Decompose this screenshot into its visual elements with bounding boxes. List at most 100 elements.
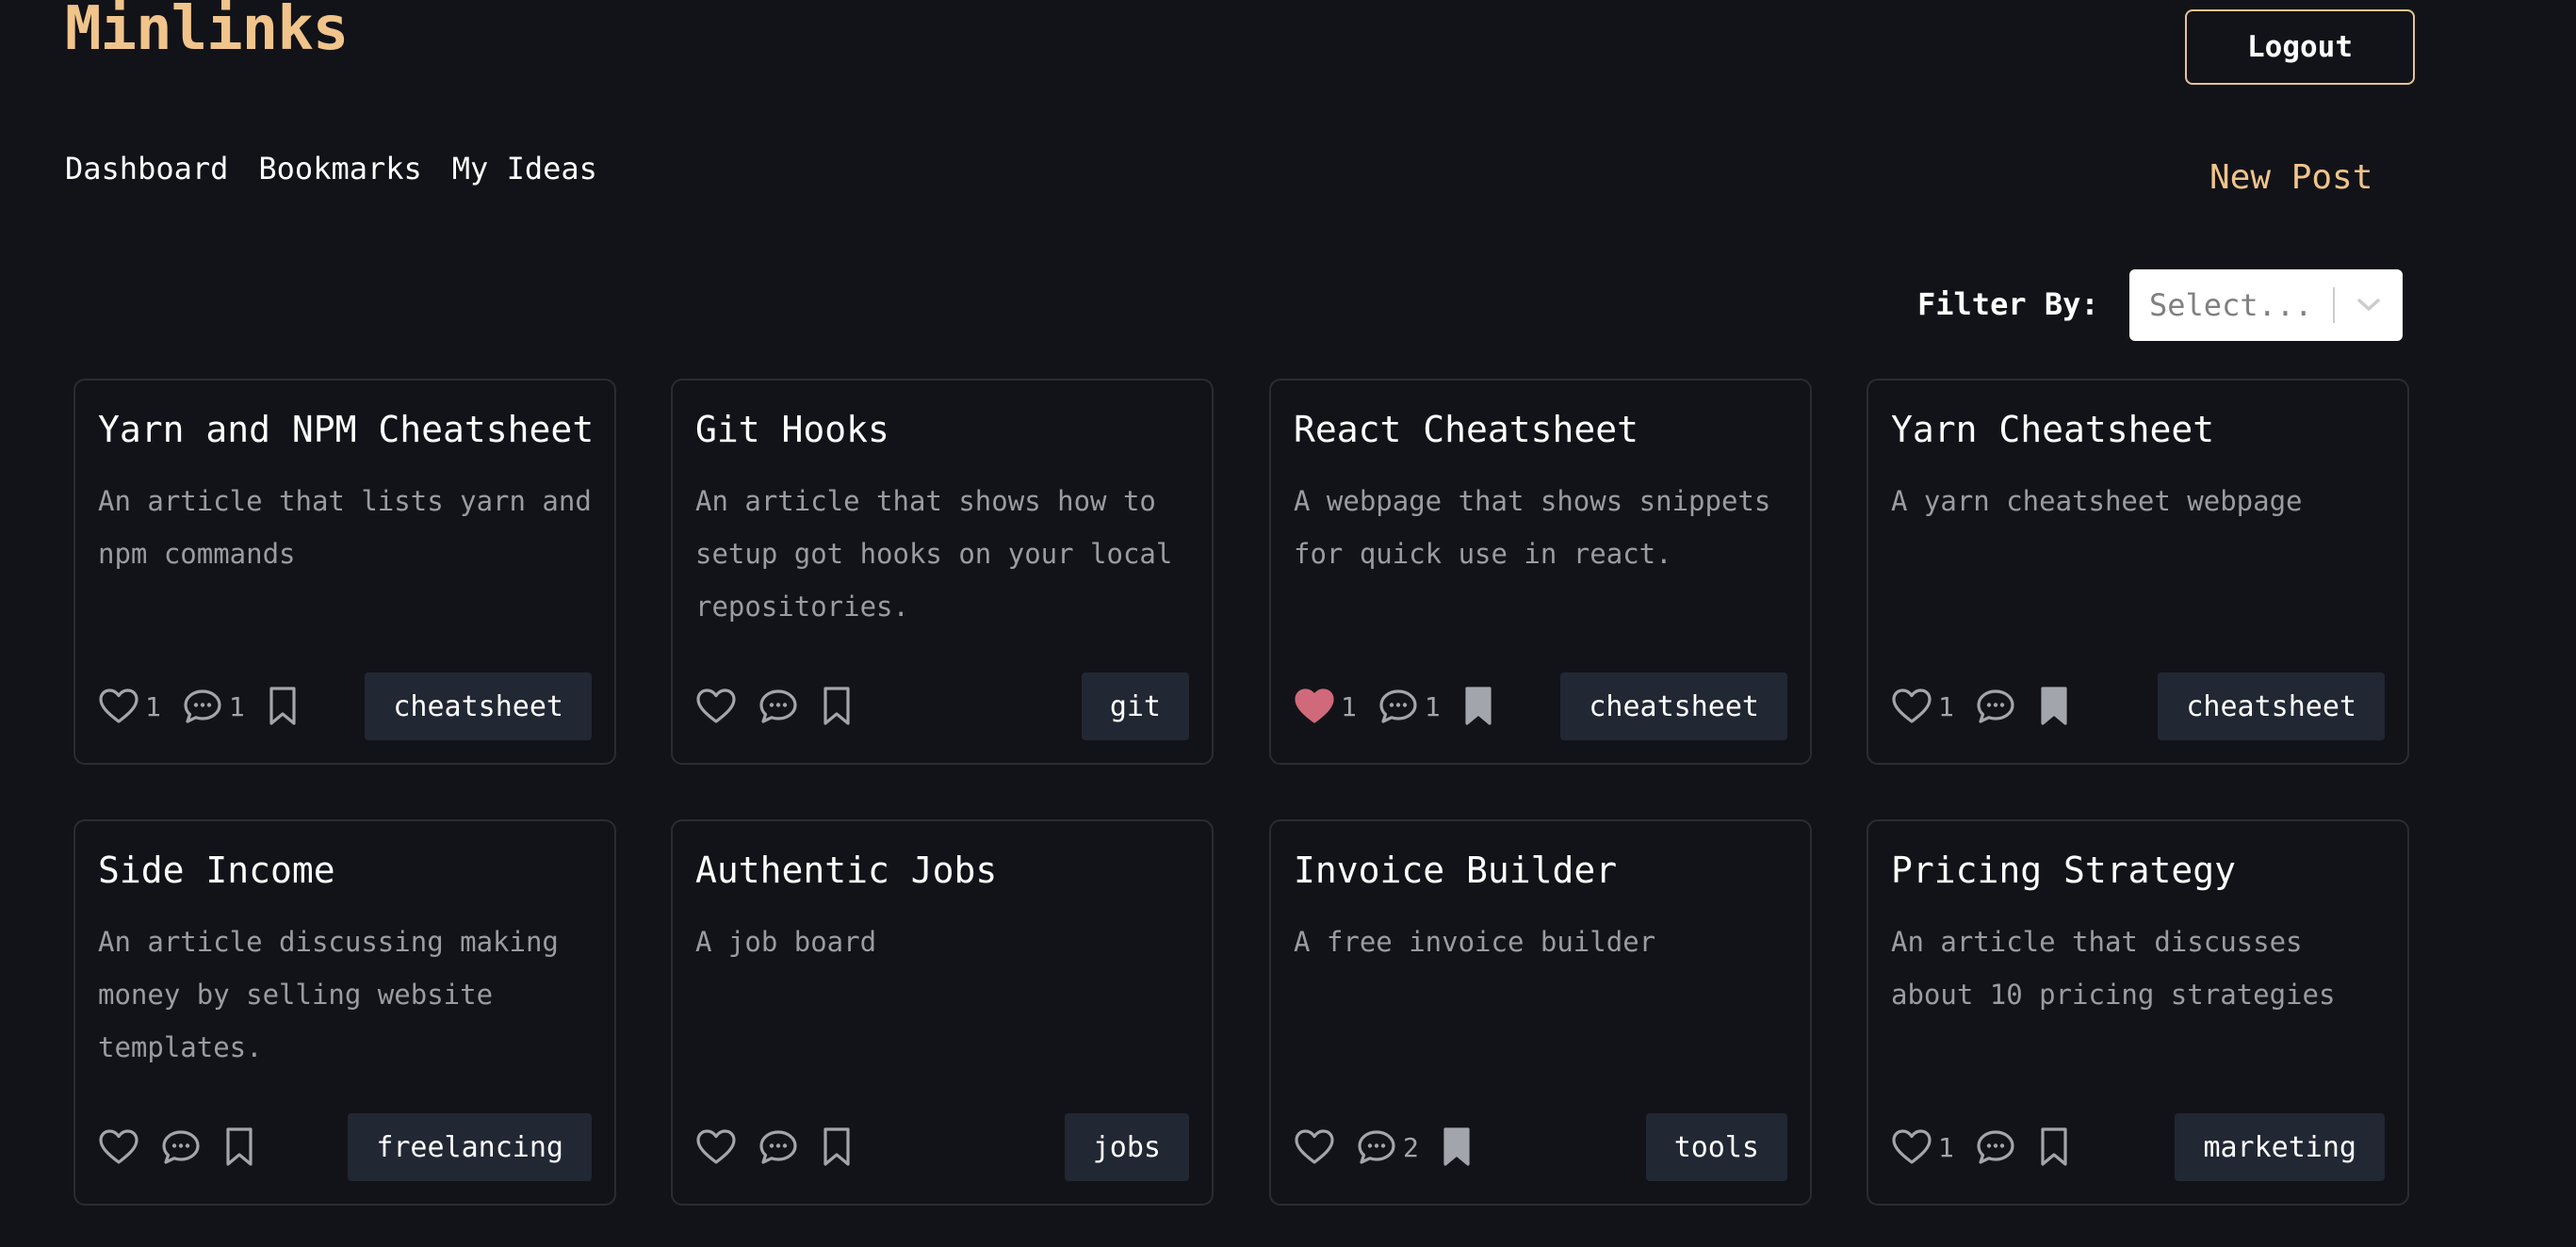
like-count: 1 <box>1938 690 1954 722</box>
comment-button[interactable]: 2 <box>1356 1128 1419 1166</box>
like-button[interactable]: 1 <box>1294 688 1357 725</box>
post-description: An article that shows how to setup got h… <box>695 485 1173 623</box>
nav-item-dashboard[interactable]: Dashboard <box>65 151 228 186</box>
comment-button[interactable] <box>1975 1128 2016 1166</box>
post-card[interactable]: Yarn and NPM Cheatsheet An article that … <box>73 379 616 765</box>
new-post-button[interactable]: New Post <box>2209 158 2372 197</box>
comment-icon <box>160 1128 202 1166</box>
comment-button[interactable] <box>758 688 799 725</box>
post-description: An article that discusses about 10 prici… <box>1891 926 2336 1011</box>
comment-icon <box>758 1128 799 1166</box>
post-title[interactable]: Yarn and NPM Cheatsheet <box>98 409 594 450</box>
post-title[interactable]: Git Hooks <box>695 409 889 450</box>
heart-icon <box>98 1128 139 1166</box>
post-title[interactable]: Invoice Builder <box>1294 850 1617 891</box>
logout-button[interactable]: Logout <box>2185 9 2415 85</box>
post-title[interactable]: React Cheatsheet <box>1294 409 1639 450</box>
filter-select-placeholder: Select... <box>2149 287 2313 323</box>
filter-select[interactable]: Select... <box>2129 269 2403 341</box>
heart-icon <box>1294 1128 1335 1166</box>
comment-button[interactable]: 1 <box>1378 688 1441 725</box>
post-actions: 1 <box>1891 1113 2092 1181</box>
post-description: A free invoice builder <box>1294 926 1656 958</box>
post-tag[interactable]: jobs <box>1064 1113 1189 1181</box>
post-actions <box>695 1113 874 1181</box>
comment-button[interactable] <box>758 1128 799 1166</box>
page: Minlinks Logout Dashboard Bookmarks My I… <box>0 0 2576 1247</box>
post-tag[interactable]: cheatsheet <box>365 672 592 740</box>
like-count: 1 <box>145 690 161 722</box>
bookmark-icon <box>820 686 854 727</box>
post-card[interactable]: Pricing Strategy An article that discuss… <box>1867 819 2409 1206</box>
post-tag[interactable]: cheatsheet <box>1560 672 1787 740</box>
bookmark-icon <box>1461 686 1495 727</box>
comment-button[interactable] <box>160 1128 202 1166</box>
post-card[interactable]: Yarn Cheatsheet A yarn cheatsheet webpag… <box>1867 379 2409 765</box>
heart-icon <box>1891 688 1932 725</box>
post-card[interactable]: Invoice Builder A free invoice builder 2… <box>1269 819 1812 1206</box>
post-tag[interactable]: git <box>1081 672 1189 740</box>
heart-icon <box>1294 688 1335 725</box>
post-actions <box>98 1113 277 1181</box>
like-button[interactable] <box>695 688 737 725</box>
bookmark-button[interactable] <box>1461 686 1495 727</box>
post-actions: 1 1 <box>98 672 320 740</box>
heart-icon <box>695 1128 737 1166</box>
comment-count: 2 <box>1403 1131 1419 1163</box>
post-tag[interactable]: marketing <box>2175 1113 2385 1181</box>
bookmark-button[interactable] <box>1440 1126 1474 1168</box>
bookmark-icon <box>820 1126 854 1168</box>
post-actions: 1 1 <box>1294 672 1516 740</box>
post-title[interactable]: Authentic Jobs <box>695 850 997 891</box>
nav-item-bookmarks[interactable]: Bookmarks <box>258 151 421 186</box>
comment-count: 1 <box>228 690 245 722</box>
chevron-down-icon[interactable] <box>2335 298 2403 313</box>
post-actions <box>695 672 874 740</box>
post-description: An article discussing making money by se… <box>98 926 559 1063</box>
heart-icon <box>695 688 737 725</box>
comment-icon <box>182 688 223 725</box>
like-count: 1 <box>1938 1131 1954 1163</box>
post-description: An article that lists yarn and npm comma… <box>98 485 592 570</box>
post-tag[interactable]: tools <box>1645 1113 1787 1181</box>
bookmark-icon <box>222 1126 256 1168</box>
post-title[interactable]: Side Income <box>98 850 335 891</box>
post-card[interactable]: React Cheatsheet A webpage that shows sn… <box>1269 379 1812 765</box>
like-button[interactable] <box>1294 1128 1335 1166</box>
bookmark-icon <box>1440 1126 1474 1168</box>
post-description: A yarn cheatsheet webpage <box>1891 485 2303 517</box>
bookmark-button[interactable] <box>222 1126 256 1168</box>
heart-icon <box>1891 1128 1932 1166</box>
like-button[interactable] <box>98 1128 139 1166</box>
post-title[interactable]: Pricing Strategy <box>1891 850 2236 891</box>
brand-logo[interactable]: Minlinks <box>65 0 349 64</box>
post-tag[interactable]: freelancing <box>348 1113 592 1181</box>
post-tag[interactable]: cheatsheet <box>2158 672 2385 740</box>
like-button[interactable]: 1 <box>1891 1128 1954 1166</box>
post-card[interactable]: Authentic Jobs A job board jobs <box>671 819 1214 1206</box>
bookmark-button[interactable] <box>2037 686 2071 727</box>
filter-label: Filter By: <box>1917 286 2099 322</box>
post-card[interactable]: Side Income An article discussing making… <box>73 819 616 1206</box>
comment-icon <box>1356 1128 1397 1166</box>
bookmark-button[interactable] <box>820 1126 854 1168</box>
like-button[interactable] <box>695 1128 737 1166</box>
comment-icon <box>758 688 799 725</box>
comment-button[interactable]: 1 <box>182 688 245 725</box>
heart-icon <box>98 688 139 725</box>
post-card[interactable]: Git Hooks An article that shows how to s… <box>671 379 1214 765</box>
post-actions: 2 <box>1294 1113 1494 1181</box>
like-button[interactable]: 1 <box>98 688 161 725</box>
bookmark-button[interactable] <box>820 686 854 727</box>
bookmark-button[interactable] <box>266 686 300 727</box>
like-count: 1 <box>1341 690 1357 722</box>
bookmark-button[interactable] <box>2037 1126 2071 1168</box>
bookmark-icon <box>266 686 300 727</box>
post-title[interactable]: Yarn Cheatsheet <box>1891 409 2214 450</box>
like-button[interactable]: 1 <box>1891 688 1954 725</box>
bookmark-icon <box>2037 1126 2071 1168</box>
comment-icon <box>1975 688 2016 725</box>
comment-icon <box>1975 1128 2016 1166</box>
nav-item-my-ideas[interactable]: My Ideas <box>452 151 597 186</box>
comment-button[interactable] <box>1975 688 2016 725</box>
